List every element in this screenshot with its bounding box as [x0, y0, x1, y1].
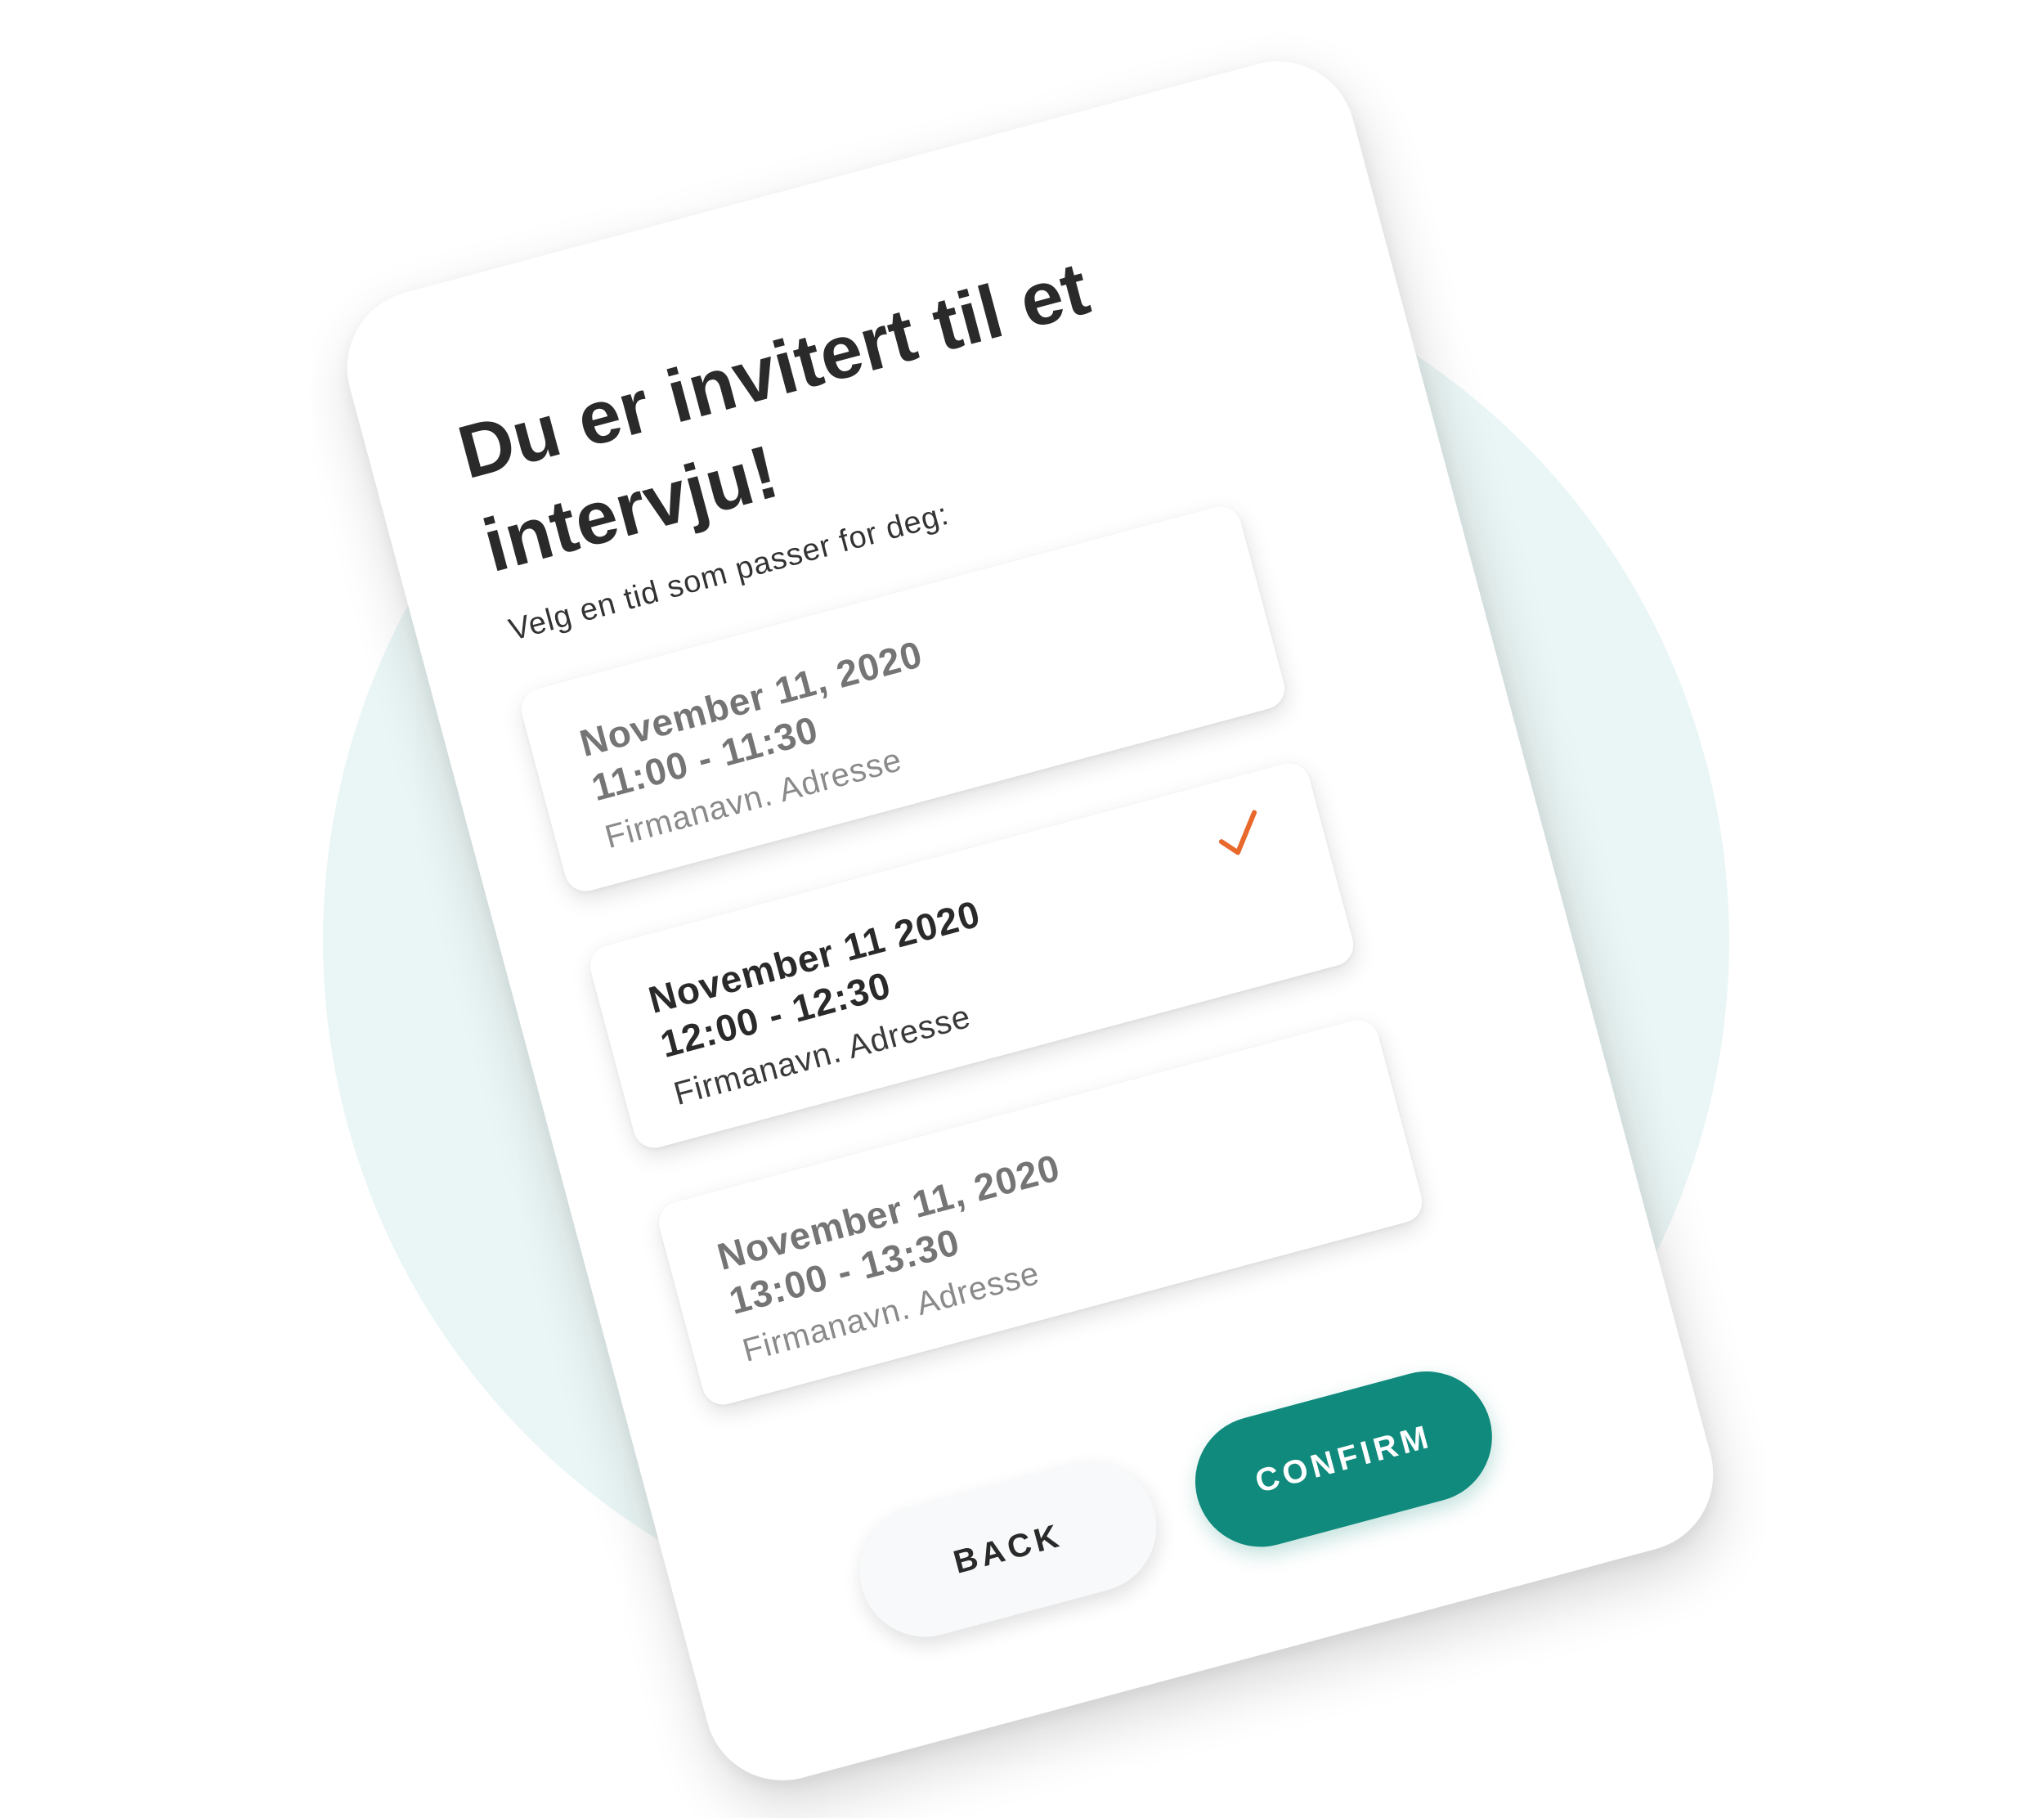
- back-button[interactable]: BACK: [845, 1447, 1172, 1652]
- check-icon: [1218, 810, 1257, 855]
- confirm-button[interactable]: CONFIRM: [1181, 1357, 1507, 1562]
- phone-card: Du er invitert til et intervju! Velg en …: [329, 43, 1731, 1798]
- screen: Du er invitert til et intervju! Velg en …: [0, 0, 2044, 1818]
